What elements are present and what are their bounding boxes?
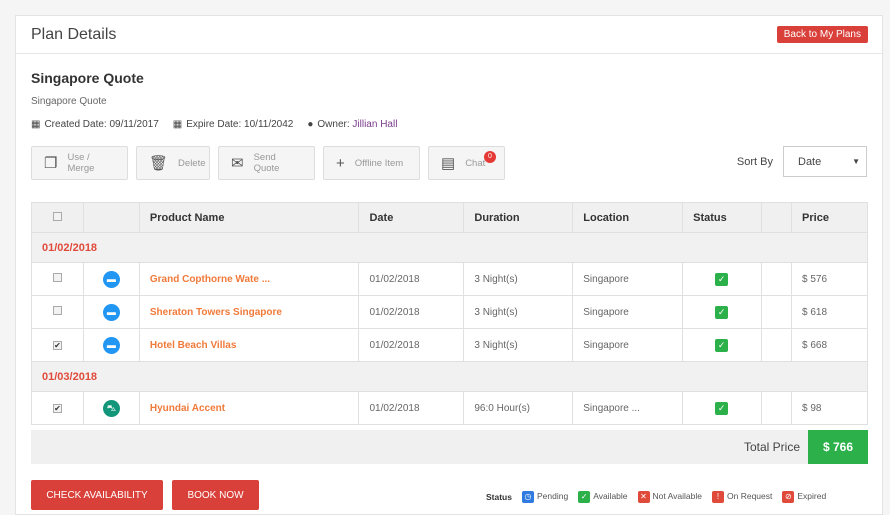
available-status-icon: ✓ — [715, 338, 729, 352]
table-header: Product Name Date Duration Location Stat… — [31, 202, 868, 233]
col-duration[interactable]: Duration — [463, 202, 574, 233]
book-now-button[interactable]: BOOK NOW — [172, 480, 259, 510]
products-table: Product Name Date Duration Location Stat… — [31, 202, 868, 425]
calendar-icon: ▦ — [172, 119, 183, 130]
table-row[interactable]: ✔ ⛍ Hyundai Accent 01/02/2018 96:0 Hour(… — [31, 391, 868, 425]
toolbar: ❐ Use / Merge 🗑 Delete ✉ Send Quote + Offlin… — [31, 146, 505, 180]
status-legend: Status ◷ Pending ✓ Available ✕ Not Availabl… — [486, 491, 826, 503]
row-location: Singapore ... — [572, 391, 684, 425]
available-status-icon: ✓ — [715, 401, 729, 415]
product-name-link[interactable]: Grand Copthorne Wate ... — [138, 262, 360, 296]
send-quote-label: Send Quote — [253, 152, 280, 174]
chat-count-badge: 0 — [484, 151, 496, 163]
available-status-icon: ✓ — [715, 272, 729, 286]
card-header: Plan Details Back to My Plans — [16, 16, 882, 54]
caret-down-icon: ▼ — [852, 157, 860, 166]
row-duration: 3 Night(s) — [463, 262, 574, 296]
table-row[interactable]: ✔ ▬ Hotel Beach Villas 01/02/2018 3 Nigh… — [31, 328, 868, 362]
chat-label: Chat — [465, 157, 486, 169]
owner-name: Jillian Hall — [352, 119, 398, 130]
row-duration: 3 Night(s) — [463, 295, 574, 329]
send-quote-button[interactable]: ✉ Send Quote — [218, 146, 315, 180]
pending-icon: ◷ — [521, 491, 534, 503]
row-price: $ 668 — [791, 328, 868, 362]
sort-label: Sort By — [736, 155, 773, 168]
envelope-icon: ✉ — [231, 155, 244, 172]
row-checkbox[interactable] — [52, 273, 62, 282]
offline-item-button[interactable]: + Offline Item — [323, 146, 420, 180]
product-name-link[interactable]: Hotel Beach Villas — [138, 328, 360, 362]
expire-date: Expire Date: 10/11/2042 — [186, 119, 294, 130]
legend-title: Status — [486, 492, 512, 502]
user-icon: ● — [307, 119, 314, 130]
delete-label: Delete — [178, 157, 206, 169]
sort-select[interactable]: Date ▼ — [783, 146, 867, 177]
chat-button[interactable]: ▤ Chat 0 — [428, 146, 505, 180]
row-date: 01/02/2018 — [358, 262, 465, 296]
row-location: Singapore — [572, 328, 684, 362]
date-group-row: 01/02/2018 — [31, 232, 868, 263]
date-group-row: 01/03/2018 — [31, 361, 868, 392]
available-icon: ✓ — [578, 491, 591, 503]
plan-details-card: Plan Details Back to My Plans Singapore … — [15, 15, 883, 515]
row-date: 01/02/2018 — [358, 328, 465, 362]
chat-icon: ▤ — [441, 155, 456, 172]
hotel-icon: ▬ — [102, 303, 120, 321]
owner-label: Owner: — [317, 119, 350, 130]
row-price: $ 98 — [791, 391, 868, 425]
back-to-my-plans-button[interactable]: Back to My Plans — [776, 26, 868, 43]
use-merge-button[interactable]: ❐ Use / Merge — [31, 146, 128, 180]
group-date: 01/03/2018 — [31, 361, 868, 392]
row-date: 01/02/2018 — [358, 391, 465, 425]
offline-item-label: Offline Item — [354, 157, 404, 169]
row-duration: 96:0 Hour(s) — [463, 391, 574, 425]
use-merge-label: Use / Merge — [67, 152, 95, 174]
car-icon: ⛍ — [102, 399, 120, 417]
select-all-checkbox[interactable] — [52, 211, 62, 221]
group-date: 01/02/2018 — [31, 232, 868, 263]
row-duration: 3 Night(s) — [463, 328, 574, 362]
plan-meta: ▦ Created Date: 09/11/2017 ▦ Expire Date: … — [31, 119, 397, 130]
table-row[interactable]: ▬ Sheraton Towers Singapore 01/02/2018 3… — [31, 295, 868, 329]
row-price: $ 576 — [791, 262, 868, 296]
plan-title: Singapore Quote — [31, 70, 144, 86]
trash-icon: 🗑 — [149, 155, 169, 172]
row-checkbox[interactable] — [52, 306, 62, 315]
available-status-icon: ✓ — [715, 305, 729, 319]
row-date: 01/02/2018 — [358, 295, 465, 329]
col-price[interactable]: Price — [791, 202, 868, 233]
copy-icon: ❐ — [44, 155, 58, 172]
delete-button[interactable]: 🗑 Delete — [136, 146, 210, 180]
not-available-icon: ✕ — [637, 491, 650, 503]
plus-icon: + — [336, 154, 345, 172]
product-name-link[interactable]: Sheraton Towers Singapore — [138, 295, 360, 329]
total-row: Total Price $ 766 — [31, 430, 868, 464]
calendar-icon: ▦ — [31, 119, 41, 130]
row-location: Singapore — [572, 262, 684, 296]
hotel-icon: ▬ — [102, 270, 120, 288]
product-name-link[interactable]: Hyundai Accent — [138, 391, 360, 425]
expired-icon: ⊘ — [782, 491, 795, 503]
table-row[interactable]: ▬ Grand Copthorne Wate ... 01/02/2018 3 … — [31, 262, 868, 296]
sort-value: Date — [798, 155, 822, 168]
col-status[interactable]: Status — [682, 202, 763, 233]
on-request-icon: ! — [712, 491, 724, 503]
row-checkbox[interactable]: ✔ — [52, 340, 62, 350]
check-availability-button[interactable]: CHECK AVAILABILITY — [31, 480, 163, 510]
hotel-icon: ▬ — [102, 336, 120, 354]
created-date: Created Date: 09/11/2017 — [44, 119, 159, 130]
row-checkbox[interactable]: ✔ — [52, 403, 62, 413]
row-price: $ 618 — [791, 295, 868, 329]
total-label: Total Price — [743, 440, 800, 454]
plan-subtitle: Singapore Quote — [31, 96, 107, 107]
col-location[interactable]: Location — [572, 202, 684, 233]
sort-control: Sort By Date ▼ — [737, 146, 867, 177]
row-location: Singapore — [572, 295, 684, 329]
col-product-name[interactable]: Product Name — [138, 202, 360, 233]
col-date[interactable]: Date — [358, 202, 465, 233]
page-title: Plan Details — [31, 26, 117, 43]
total-value: $ 766 — [808, 430, 868, 464]
